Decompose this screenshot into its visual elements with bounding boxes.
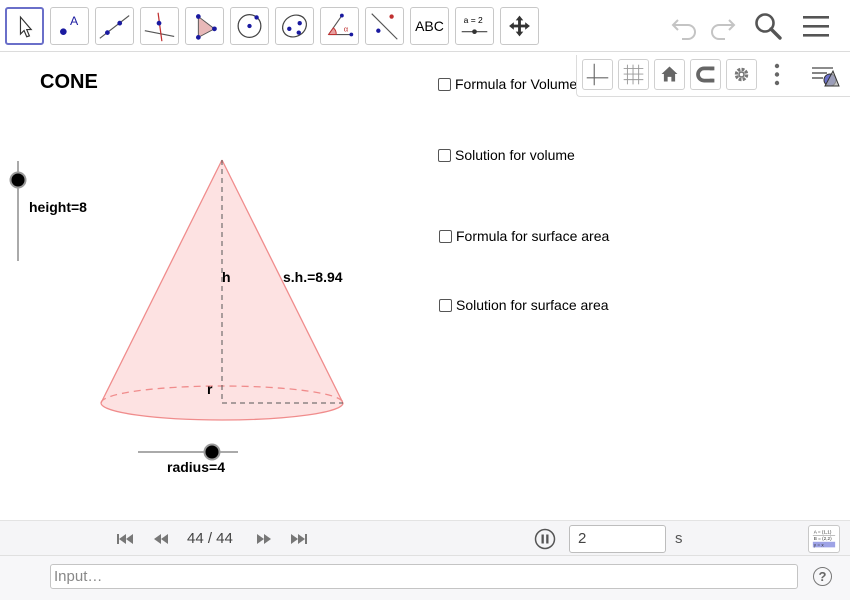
svg-text:B = (2,2): B = (2,2) [814,536,832,541]
step-counter: 44 / 44 [187,530,233,547]
grid-icon [623,64,644,85]
radius-slider-handle [203,443,221,461]
slider-tool-button[interactable]: a = 2 [455,7,494,45]
axes-icon [586,63,609,86]
next-step-button[interactable] [254,530,274,548]
undo-button[interactable] [668,10,702,42]
angle-icon: α [327,13,354,37]
page-title: CONE [40,71,98,93]
show-grid-button[interactable] [618,59,649,90]
ellipse-tool-button[interactable] [275,7,314,45]
magnet-icon [696,66,715,83]
help-button[interactable]: ? [813,567,832,586]
checkbox-formula-volume[interactable]: Formula for Volume [438,76,577,92]
height-slider-handle [9,171,27,189]
ellipse-icon [282,14,307,38]
point-icon: A [60,14,79,35]
redo-button[interactable] [705,10,739,42]
main-menu-button[interactable] [799,10,833,42]
home-icon [661,66,678,82]
text-tool-button[interactable]: ABC [410,7,449,45]
table-icon: A = (1,1) B = (2,2) y = x [812,529,836,547]
checkbox-label: Formula for Volume [455,76,578,92]
checkbox-label: Formula for surface area [456,228,610,244]
search-icon [755,13,782,40]
reflect-icon [371,13,398,40]
search-button[interactable] [751,10,785,42]
pause-button[interactable] [534,528,556,550]
speed-unit: s [675,530,683,547]
svg-text:y = x: y = x [814,542,825,547]
checkbox-label: Solution for surface area [456,297,609,313]
more-icon [774,63,780,86]
checkbox-box[interactable] [438,77,451,91]
checkbox-box[interactable] [439,298,452,312]
checkbox-box[interactable] [439,229,452,243]
line-icon [99,15,130,39]
checkbox-box[interactable] [438,148,451,162]
svg-text:α: α [344,25,349,34]
graphics-settings-button[interactable] [726,59,757,90]
reflect-tool-button[interactable] [365,7,404,45]
polygon-icon [195,14,217,40]
stylebar-toggle-button[interactable] [809,60,843,90]
r-label: r [207,381,213,397]
animation-bar: 44 / 44 2 s A = (1,1) B = (2,2) y = x [0,520,850,556]
h-label: h [222,269,231,285]
table-view-button[interactable]: A = (1,1) B = (2,2) y = x [808,525,840,553]
checkbox-formula-surface-area[interactable]: Formula for surface area [439,228,609,244]
toolbar: A α ABC a = 2 [0,0,850,52]
move-tool-button[interactable] [5,7,44,45]
show-axes-button[interactable] [582,59,613,90]
rewind-icon [154,534,168,544]
point-capturing-button[interactable] [690,59,721,90]
input-bar: Input… ? [0,556,850,600]
skip-to-start-icon [117,534,133,544]
polygon-tool-button[interactable] [185,7,224,45]
height-slider-label: height=8 [29,199,87,215]
first-step-button[interactable] [115,530,135,548]
fast-forward-icon [257,534,271,544]
graphics-style-bar [576,55,850,97]
point-tool-button[interactable]: A [50,7,89,45]
angle-tool-button[interactable]: α [320,7,359,45]
standard-view-button[interactable] [654,59,685,90]
previous-step-button[interactable] [151,530,171,548]
gear-icon [734,67,749,82]
svg-text:A: A [70,14,79,28]
perpendicular-line-tool-button[interactable] [140,7,179,45]
checkbox-solution-volume[interactable]: Solution for volume [438,147,575,163]
pause-icon [534,528,556,550]
stylebar-toggle-icon [812,67,840,87]
cursor-arrow-icon [19,15,33,38]
more-options-button[interactable] [767,59,787,90]
skip-to-end-icon [291,534,307,544]
undo-icon [671,19,696,40]
last-step-button[interactable] [289,530,309,548]
menu-icon [803,16,829,37]
circle-tool-button[interactable] [230,7,269,45]
radius-slider-label: radius=4 [167,459,225,475]
animation-speed-input[interactable]: 2 [569,525,666,553]
line-tool-button[interactable] [95,7,134,45]
slant-height-label: s.h.=8.94 [283,269,343,285]
graphics-canvas [9,159,344,461]
circle-icon [237,14,262,38]
move-arrows-icon [509,15,530,37]
svg-text:A = (1,1): A = (1,1) [814,529,832,534]
checkbox-label: Solution for volume [455,147,575,163]
slider-tool-label: a = 2 [464,15,483,25]
slider-icon: a = 2 [461,15,488,35]
algebra-input-field[interactable]: Input… [50,564,798,589]
checkbox-solution-surface-area[interactable]: Solution for surface area [439,297,609,313]
redo-icon [711,19,736,40]
graphics-view[interactable] [0,53,850,520]
move-graphics-tool-button[interactable] [500,7,539,45]
text-tool-label: ABC [415,18,444,34]
perpendicular-line-icon [144,12,175,42]
